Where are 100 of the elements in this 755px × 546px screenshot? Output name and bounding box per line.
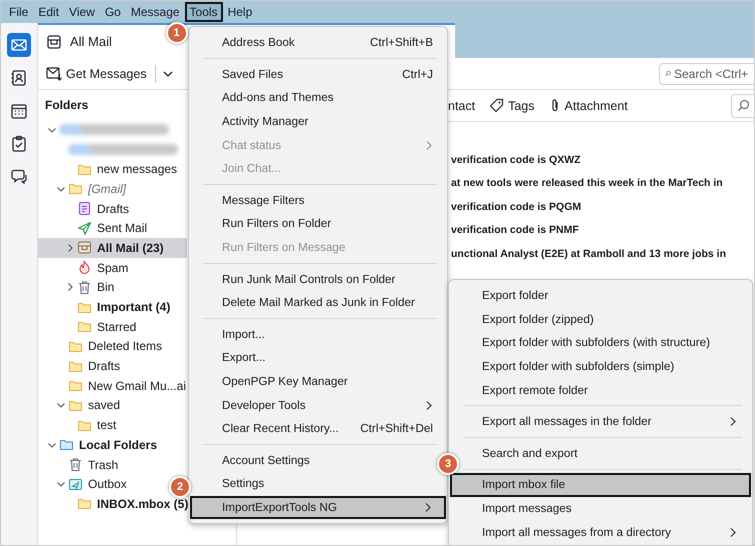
folder-name: Sent Mail: [97, 221, 148, 236]
menu-bar-item[interactable]: View: [64, 2, 100, 22]
folder-item[interactable]: All Mail (23): [38, 238, 187, 258]
menu-item[interactable]: Add-ons and Themes: [190, 86, 436, 110]
menu-item[interactable]: Import mbox file: [450, 473, 751, 497]
menu-item[interactable]: Run Junk Mail Controls on Folder: [190, 267, 436, 291]
menu-item[interactable]: Search and export: [461, 442, 751, 466]
chevron-right-icon[interactable]: [65, 282, 75, 292]
filter-button[interactable]: ntact: [448, 98, 476, 112]
folder-icon: [77, 496, 92, 512]
document-icon: [77, 201, 92, 216]
folder-item[interactable]: Local Folders: [38, 435, 158, 455]
folder-item[interactable]: Outbox: [38, 474, 127, 494]
folder-item[interactable]: Drafts: [38, 198, 130, 218]
message-subject[interactable]: verification code is QXWZ: [451, 148, 754, 172]
folder-name: Spam: [97, 260, 128, 275]
folder-item[interactable]: Deleted Items: [38, 336, 162, 356]
folder-item[interactable]: Important (4): [38, 297, 170, 317]
tag-icon: [489, 98, 504, 113]
menu-item[interactable]: Settings: [190, 472, 436, 496]
folder-name: Starred: [97, 320, 136, 334]
chevron-right-icon: [425, 400, 433, 411]
menu-item[interactable]: Export remote folder: [461, 378, 751, 402]
menu-item[interactable]: Run Filters on Folder: [190, 212, 436, 236]
chevron-down-icon[interactable]: [56, 400, 66, 410]
folder-name: test: [97, 418, 116, 432]
menu-item[interactable]: Address Book Ctrl+Shift+B: [190, 31, 436, 55]
menu-item[interactable]: OpenPGP Key Manager: [190, 370, 436, 394]
menu-bar-item[interactable]: File: [4, 2, 34, 22]
chevron-right-icon: [425, 140, 433, 151]
folder-name: Local Folders: [79, 438, 158, 452]
chevron-right-icon[interactable]: [65, 242, 75, 253]
chevron-right-icon: [729, 526, 737, 538]
menu-item[interactable]: Saved Files Ctrl+J: [190, 62, 436, 86]
menu-item[interactable]: Export...: [190, 346, 436, 370]
folder-name: Bin: [97, 280, 114, 294]
mail-icon[interactable]: [7, 33, 31, 57]
trash-icon: [77, 280, 92, 295]
folder-icon: [68, 378, 83, 394]
mailbox-icon: [46, 34, 62, 50]
folder-name: [Gmail]: [88, 182, 126, 196]
folder-item[interactable]: Drafts: [38, 356, 120, 376]
tab-title: All Mail: [70, 34, 112, 49]
folder-item[interactable]: saved: [38, 396, 120, 416]
chevron-right-icon: [424, 502, 432, 513]
menu-bar-item[interactable]: Message: [126, 2, 185, 22]
quick-filter-field[interactable]: [731, 94, 754, 118]
folder-item[interactable]: new messages: [38, 159, 178, 180]
menu-item[interactable]: Export folder with subfolders (with structure): [461, 331, 751, 355]
folder-name: Drafts: [97, 202, 130, 216]
menu-bar-item[interactable]: Tools: [184, 2, 223, 22]
menu-item[interactable]: Account Settings: [190, 448, 436, 472]
menu-item[interactable]: Import...: [190, 322, 436, 346]
folder-icon: [59, 437, 74, 452]
filter-button[interactable]: Tags: [489, 98, 535, 113]
message-subject[interactable]: verification code is PNMF: [451, 218, 754, 242]
trash-icon: [68, 457, 83, 472]
outbox-icon: [68, 476, 83, 492]
folder-name: Outbox: [88, 477, 127, 492]
menu-bar-item[interactable]: Go: [100, 2, 126, 22]
menu-item[interactable]: Message Filters: [190, 188, 436, 212]
folder-item[interactable]: Sent Mail: [38, 218, 148, 238]
folder-name: Trash: [88, 458, 118, 472]
folder-item[interactable]: Spam: [38, 258, 128, 278]
folder-name: Drafts: [88, 359, 120, 374]
menu-bar-item[interactable]: Help: [222, 2, 258, 22]
menu-item[interactable]: Import all messages from a directory: [461, 520, 751, 544]
menu-item[interactable]: Export folder: [461, 284, 751, 308]
folder-item[interactable]: Trash: [38, 454, 118, 474]
folder-item[interactable]: test: [38, 415, 116, 435]
folder-item[interactable]: Starred: [38, 316, 136, 337]
search-icon: [736, 99, 750, 112]
folder-name: Important (4): [97, 300, 170, 314]
message-subject[interactable]: verification code is PQGM: [451, 195, 754, 218]
menu-item[interactable]: Import messages: [461, 496, 751, 520]
menu-item[interactable]: Developer Tools: [190, 393, 436, 417]
folder-item[interactable]: New Gmail Mu...ai: [38, 376, 186, 396]
menu-item[interactable]: Clear Recent History... Ctrl+Shift+Del: [190, 416, 436, 440]
menu-bar-item[interactable]: Edit: [33, 2, 64, 22]
menu-item[interactable]: ImportExportTools NG: [190, 496, 446, 520]
get-mail-icon: [46, 66, 63, 81]
filter-button[interactable]: Attachment: [548, 98, 628, 113]
folder-item[interactable]: [Gmail]: [38, 179, 126, 199]
menu-item[interactable]: Export all messages in the folder: [461, 410, 751, 434]
get-messages-button[interactable]: Get Messages: [44, 63, 149, 84]
folder-name: saved: [88, 398, 120, 412]
chevron-down-icon[interactable]: [56, 479, 66, 490]
menu-item[interactable]: Export folder with subfolders (simple): [461, 354, 751, 378]
folder-name: New Gmail Mu...ai: [88, 378, 186, 393]
message-subject[interactable]: at new tools were released this week in the MarTech in: [451, 172, 754, 195]
archive-box-icon: [77, 240, 92, 256]
folder-item[interactable]: Bin: [38, 278, 114, 298]
folder-icon: [68, 181, 83, 196]
flame-icon: [77, 260, 92, 276]
menu-item[interactable]: Delete Mail Marked as Junk in Folder: [190, 290, 436, 315]
folder-name: All Mail (23): [97, 240, 164, 255]
message-subject[interactable]: unctional Analyst (E2E) at Ramboll and 13 more jobs in: [451, 242, 754, 266]
menu-item[interactable]: Export folder (zipped): [461, 308, 751, 332]
menu-item[interactable]: Activity Manager: [190, 110, 436, 134]
search-field[interactable]: Search <Ctrl+: [659, 62, 754, 84]
